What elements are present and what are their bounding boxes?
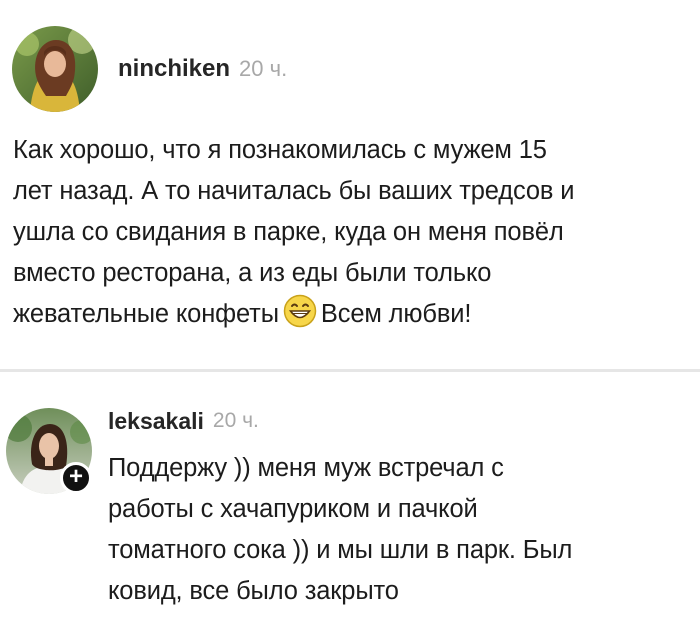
comment-avatar-wrap[interactable]: + — [6, 408, 92, 494]
post: ninchiken 20 ч. Как хорошо, что я познак… — [0, 0, 700, 368]
post-body: Как хорошо, что я познакомилась с мужем … — [13, 130, 673, 335]
grinning-face-emoji-icon — [283, 294, 317, 328]
comment: + leksakali 20 ч. Поддержу )) меня муж в… — [0, 372, 700, 643]
post-avatar[interactable] — [12, 26, 98, 112]
post-username[interactable]: ninchiken — [118, 55, 230, 83]
follow-plus-badge[interactable]: + — [60, 462, 92, 494]
comment-timestamp: 20 ч. — [212, 409, 259, 432]
comment-header: leksakali 20 ч. — [108, 406, 259, 436]
comment-username[interactable]: leksakali — [108, 408, 204, 435]
comment-body: Поддержу )) меня муж встречал с работы с… — [108, 454, 573, 605]
post-header: ninchiken 20 ч. — [12, 26, 287, 112]
thread-page: ninchiken 20 ч. Как хорошо, что я познак… — [0, 0, 700, 643]
post-text-ending: Всем любви! — [320, 300, 472, 328]
post-timestamp: 20 ч. — [239, 56, 288, 81]
avatar-photo-icon — [12, 26, 98, 112]
